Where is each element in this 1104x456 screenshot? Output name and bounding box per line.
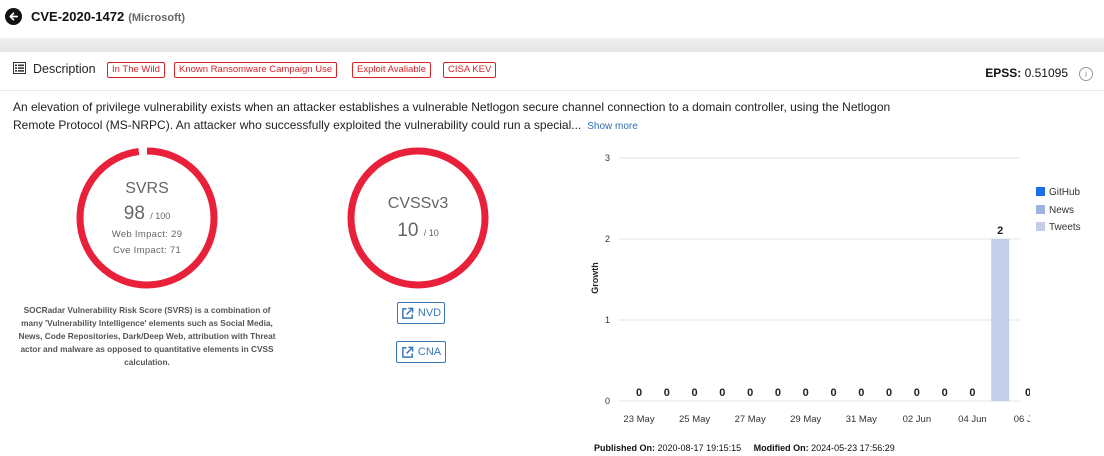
modified-value: 2024-05-23 17:56:29 — [811, 443, 895, 453]
legend-label-tweets: Tweets — [1049, 222, 1081, 233]
external-link-icon — [401, 307, 414, 319]
chart-y-label: Growth — [590, 262, 600, 294]
svrs-score-max: / 100 — [150, 211, 171, 221]
cvss-score-max: / 10 — [423, 228, 439, 238]
page-title: CVE-2020-1472 (Microsoft) — [31, 9, 185, 24]
legend-news[interactable]: News — [1036, 205, 1074, 216]
header-separator-band — [0, 38, 1104, 52]
bar-total-label: 0 — [636, 387, 642, 399]
info-icon[interactable]: i — [1079, 67, 1093, 81]
bar-total-label: 0 — [886, 387, 892, 399]
chart-bars — [991, 239, 1010, 401]
bar-total-label: 0 — [775, 387, 781, 399]
nvd-label: NVD — [417, 307, 442, 319]
legend-label-news: News — [1049, 205, 1075, 216]
legend-label-github: GitHub — [1049, 187, 1081, 198]
cvss-label: CVSSv3 — [387, 195, 449, 212]
bar-tweets — [991, 239, 1010, 401]
x-tick-label: 23 May — [623, 414, 654, 425]
description-body: An elevation of privilege vulnerability … — [13, 100, 891, 132]
chart-y-ticks: 0 1 2 3 — [605, 153, 610, 406]
list-icon — [13, 62, 26, 74]
svrs-score: 98 / 100 — [77, 203, 217, 225]
description-text: An elevation of privilege vulnerability … — [13, 98, 923, 136]
description-heading: Description — [33, 62, 96, 76]
x-tick-label: 04 Jun — [958, 414, 987, 425]
epss-score: EPSS: 0.51095 — [985, 66, 1068, 80]
chart-gridlines — [619, 157, 1020, 402]
bar-total-label: 0 — [942, 387, 948, 399]
cna-link-button[interactable]: CNA — [396, 341, 446, 363]
svrs-score-value: 98 — [123, 203, 145, 224]
x-tick-label: 06 Jun — [1014, 414, 1030, 425]
bar-total-label: 0 — [914, 387, 920, 399]
x-tick-label: 27 May — [735, 414, 766, 425]
cvss-gauge-arc — [347, 147, 489, 289]
legend-tweets[interactable]: Tweets — [1036, 222, 1081, 233]
bar-total-label: 0 — [664, 387, 670, 399]
bar-total-label: 0 — [858, 387, 864, 399]
bar-total-label: 0 — [969, 387, 975, 399]
epss-label: EPSS: — [985, 66, 1022, 80]
modified-label: Modified On: — [753, 443, 809, 453]
cvss-gauge — [347, 147, 489, 289]
bar-total-label: 0 — [1025, 387, 1030, 399]
tag-cisa-kev[interactable]: CISA KEV — [443, 62, 497, 78]
published-label: Published On: — [594, 443, 656, 453]
chart-x-ticks: 23 May 25 May 27 May 29 May 31 May 02 Jun 04 J… — [623, 414, 1030, 425]
y-tick-label: 0 — [605, 396, 610, 406]
x-tick-label: 29 May — [790, 414, 821, 425]
y-tick-label: 2 — [605, 234, 610, 244]
vendor-name: (Microsoft) — [128, 12, 186, 24]
dates-footer: Published On: 2020-08-17 19:15:15 Modifi… — [594, 443, 895, 453]
legend-github[interactable]: GitHub — [1036, 187, 1080, 198]
bar-total-label: 0 — [692, 387, 698, 399]
x-tick-label: 02 Jun — [903, 414, 932, 425]
x-tick-label: 31 May — [846, 414, 877, 425]
arrow-left-icon — [9, 12, 18, 21]
back-button[interactable] — [5, 8, 22, 25]
chart-data-labels: 0 0 0 0 0 0 0 0 0 0 0 0 0 2 0 — [636, 225, 1030, 399]
cvss-score-value: 10 — [397, 220, 419, 241]
bar-total-label: 2 — [997, 225, 1003, 237]
published-value: 2020-08-17 19:15:15 — [657, 443, 742, 453]
show-more-link[interactable]: Show more — [587, 121, 638, 132]
bar-total-label: 0 — [747, 387, 753, 399]
svrs-label: SVRS — [125, 180, 169, 197]
tag-exploit-available[interactable]: Exploit Avaliable — [352, 62, 432, 78]
x-tick-label: 25 May — [679, 414, 710, 425]
external-link-icon — [401, 346, 414, 358]
cna-label: CNA — [417, 346, 442, 358]
description-toolbar — [0, 52, 1104, 91]
y-tick-label: 3 — [605, 153, 610, 163]
tag-ransomware-campaign[interactable]: Known Ransomware Campaign Use — [174, 62, 338, 78]
web-impact: Web Impact: 29 — [111, 229, 183, 240]
cve-impact: Cve Impact: 71 — [112, 245, 182, 256]
bar-total-label: 0 — [803, 387, 809, 399]
y-tick-label: 1 — [605, 315, 610, 325]
bar-total-label: 0 — [719, 387, 725, 399]
legend-swatch-tweets — [1036, 222, 1045, 231]
cve-id: CVE-2020-1472 — [31, 9, 125, 24]
tag-in-the-wild[interactable]: In The Wild — [107, 62, 165, 78]
legend-swatch-github — [1036, 187, 1045, 196]
epss-value: 0.51095 — [1024, 66, 1068, 80]
growth-chart: 0123 0 0 0 0 0 0 0 0 0 0 0 0 020 23 May 25 May 27 May 2… — [590, 153, 1030, 425]
cvss-score: 10 / 10 — [348, 220, 488, 242]
svrs-explanation: SOCRadar Vulnerability Risk Score (SVRS)… — [18, 305, 276, 367]
bar-total-label: 0 — [830, 387, 836, 399]
nvd-link-button[interactable]: NVD — [397, 302, 445, 324]
legend-swatch-news — [1036, 205, 1045, 214]
